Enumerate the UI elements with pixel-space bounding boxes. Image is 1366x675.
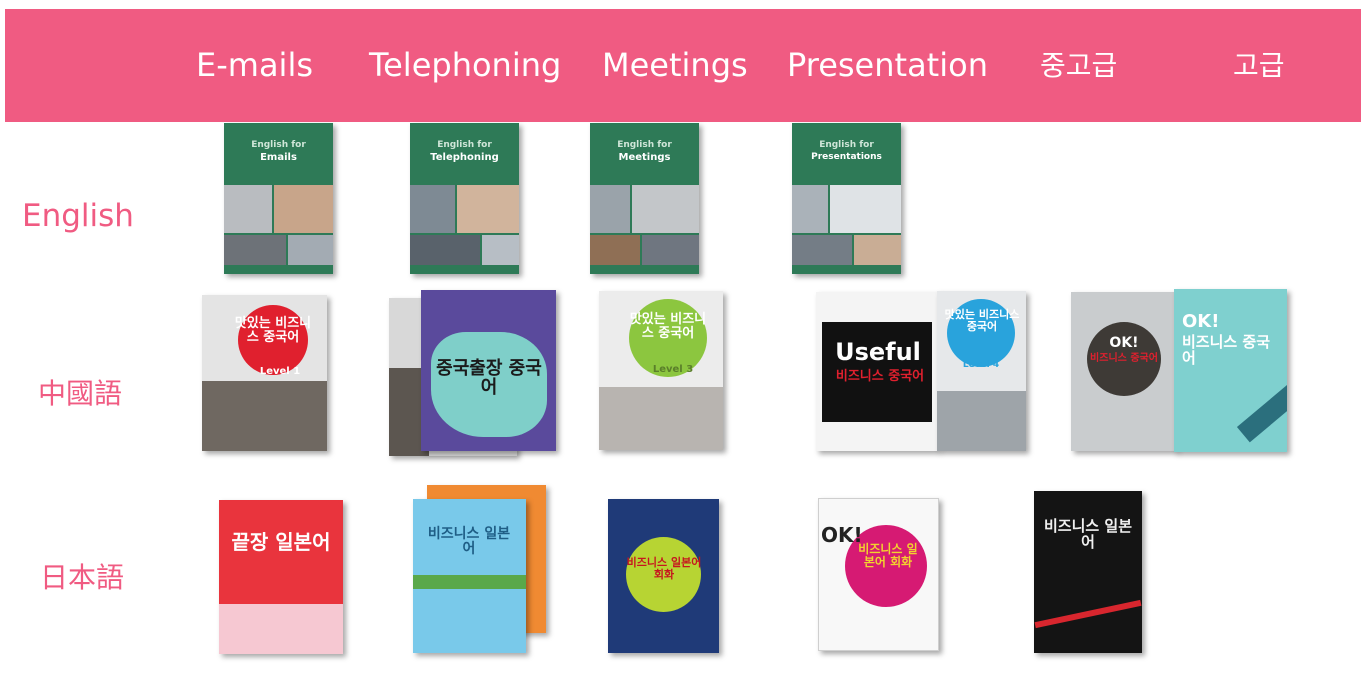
- book-english-for-emails[interactable]: English for Emails: [224, 123, 333, 274]
- book-business-trip-chinese[interactable]: 중국출장 중국어: [421, 290, 556, 451]
- row-label-japanese: 日本語: [40, 561, 125, 594]
- top-nav-bar: E-mails Telephoning Meetings Presentatio…: [5, 9, 1361, 122]
- book-business-japanese-conversation[interactable]: 비즈니스 일본어 회화: [608, 499, 719, 653]
- book-english-for-meetings[interactable]: English for Meetings: [590, 123, 699, 274]
- nav-meetings[interactable]: Meetings: [602, 9, 748, 122]
- nav-emails[interactable]: E-mails: [196, 9, 313, 122]
- book-kkeutjang-japanese[interactable]: 끝장 일본어: [219, 500, 343, 654]
- nav-telephoning[interactable]: Telephoning: [369, 9, 561, 122]
- book-ok-business-chinese[interactable]: OK! 비즈니스 중국어: [1174, 289, 1287, 452]
- book-tasty-business-chinese-4[interactable]: 맛있는 비즈니스 중국어 Level 4: [937, 291, 1026, 451]
- book-ok-business-chinese-back[interactable]: OK! 비즈니스 중국어: [1071, 292, 1176, 451]
- nav-advanced[interactable]: 고급: [1233, 9, 1285, 122]
- book-english-for-presentations[interactable]: English for Presentations: [792, 123, 901, 274]
- book-english-for-telephoning[interactable]: English for Telephoning: [410, 123, 519, 274]
- row-label-chinese: 中國語: [38, 377, 123, 410]
- book-business-japanese[interactable]: 비즈니스 일본어: [413, 499, 526, 653]
- nav-presentation[interactable]: Presentation: [787, 9, 988, 122]
- book-tasty-business-chinese-3[interactable]: 맛있는 비즈니스 중국어 Level 3: [599, 291, 723, 450]
- book-ebis-business-japanese[interactable]: 비즈니스 일본어: [1034, 491, 1142, 653]
- book-useful-business-chinese[interactable]: Useful 비즈니스 중국어: [816, 292, 938, 451]
- nav-intermediate-advanced[interactable]: 중고급: [1040, 9, 1117, 122]
- book-ok-business-japanese[interactable]: OK! 비즈니스 일본어 회화: [818, 498, 939, 651]
- row-label-english: English: [22, 198, 134, 234]
- book-tasty-business-chinese-1[interactable]: 맛있는 비즈니스 중국어 Level 1: [202, 295, 327, 451]
